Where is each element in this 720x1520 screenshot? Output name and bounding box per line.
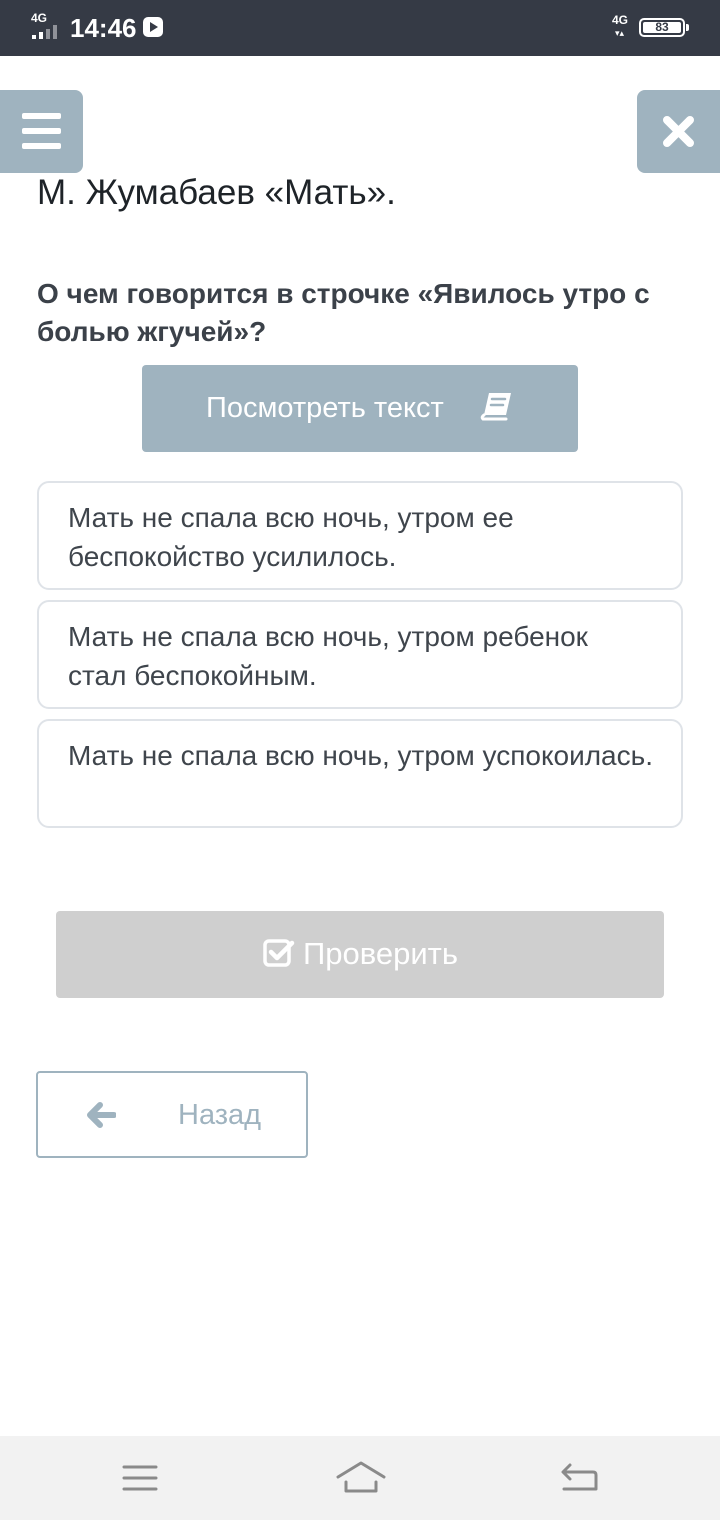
status-time: 14:46 xyxy=(70,13,137,43)
system-navigation-bar xyxy=(0,1436,720,1520)
answer-option[interactable]: Мать не спала всю ночь, утром успокоилас… xyxy=(37,719,683,828)
back-button-label: Назад xyxy=(178,1099,262,1131)
menu-button[interactable] xyxy=(0,90,83,173)
answer-option-text: Мать не спала всю ночь, утром ребенок ст… xyxy=(68,621,588,691)
battery-level: 83 xyxy=(655,20,669,34)
book-icon xyxy=(480,393,511,421)
check-square-icon xyxy=(263,939,295,967)
battery-tip xyxy=(686,24,689,31)
network-type-indicator: 4G xyxy=(31,11,48,25)
answer-option[interactable]: Мать не спала всю ночь, утром ее беспоко… xyxy=(37,481,683,590)
view-text-button[interactable]: Посмотреть текст xyxy=(142,365,578,452)
recent-apps-icon[interactable] xyxy=(122,1464,158,1492)
arrow-left-icon xyxy=(87,1102,116,1128)
check-button[interactable]: Проверить xyxy=(56,911,664,998)
back-button[interactable]: Назад xyxy=(36,1071,308,1158)
answer-option[interactable]: Мать не спала всю ночь, утром ребенок ст… xyxy=(37,600,683,709)
check-button-label: Проверить xyxy=(303,936,459,971)
data-activity-icon: ▾▴ xyxy=(615,28,625,38)
media-play-icon xyxy=(143,17,163,37)
close-button[interactable] xyxy=(637,90,720,173)
back-nav-icon[interactable] xyxy=(560,1462,598,1494)
mobile-data-indicator: 4G xyxy=(612,13,629,27)
status-bar: 4G 14:46 4G ▾▴ 83 xyxy=(0,0,720,56)
answer-option-text: Мать не спала всю ночь, утром успокоилас… xyxy=(68,740,653,771)
signal-strength-icon xyxy=(32,25,60,39)
question-text: О чем говорится в строчке «Явилось утро … xyxy=(37,278,650,347)
page-title: М. Жумабаев «Мать». xyxy=(37,173,396,212)
close-icon xyxy=(663,116,694,147)
home-icon[interactable] xyxy=(336,1460,386,1494)
answer-option-text: Мать не спала всю ночь, утром ее беспоко… xyxy=(68,502,514,572)
battery-icon: 83 xyxy=(639,18,685,37)
view-text-label: Посмотреть текст xyxy=(206,392,444,424)
